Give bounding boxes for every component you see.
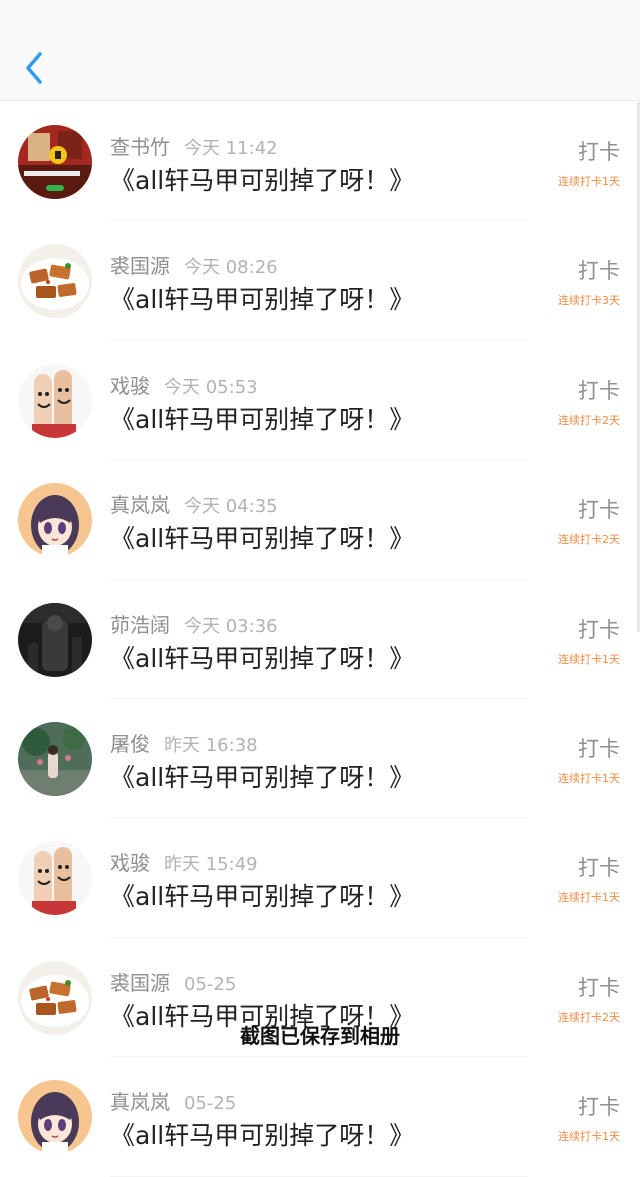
checkin-label: 打卡 [578, 378, 620, 403]
streak-badge: 连续打卡1天 [558, 652, 620, 666]
chevron-left-icon [26, 52, 42, 84]
book-title[interactable]: 《all轩马甲可别掉了呀！》 [110, 161, 414, 197]
user-name: 屠俊 昨天 16:38 [110, 728, 258, 757]
top-bar [0, 0, 640, 101]
user-name-text: 裘国源 [110, 970, 170, 995]
timestamp: 昨天 16:38 [164, 734, 258, 756]
user-name: 真岚岚 今天 04:35 [110, 489, 278, 518]
user-name-text: 屠俊 [110, 731, 150, 756]
checkin-label: 打卡 [578, 617, 620, 642]
checkin-label: 打卡 [578, 856, 620, 881]
avatar[interactable] [18, 483, 92, 558]
timestamp: 05-25 [184, 973, 237, 995]
timestamp: 今天 04:35 [184, 496, 278, 518]
timestamp: 今天 03:36 [184, 615, 278, 637]
streak-badge: 连续打卡1天 [558, 1130, 620, 1144]
user-name: 戏骏 今天 05:53 [110, 370, 258, 399]
avatar[interactable] [18, 244, 92, 319]
list-item[interactable]: 茆浩阔 今天 03:36 《all轩马甲可别掉了呀！》 打卡连续打卡1天 [0, 580, 640, 700]
book-title[interactable]: 《all轩马甲可别掉了呀！》 [110, 1116, 414, 1152]
user-name: 裘国源 05-25 [110, 967, 236, 996]
book-title[interactable]: 《all轩马甲可别掉了呀！》 [110, 519, 414, 555]
user-name: 裘国源 今天 08:26 [110, 250, 278, 279]
user-name: 戏骏 昨天 15:49 [110, 847, 258, 876]
streak-badge: 连续打卡1天 [558, 891, 620, 905]
avatar[interactable] [18, 363, 92, 438]
book-title[interactable]: 《all轩马甲可别掉了呀！》 [110, 758, 414, 794]
avatar[interactable] [18, 721, 92, 796]
avatar[interactable] [18, 1080, 92, 1155]
streak-badge: 连续打卡2天 [558, 533, 620, 547]
timestamp: 05-25 [184, 1093, 237, 1115]
book-title[interactable]: 《all轩马甲可别掉了呀！》 [110, 280, 414, 316]
list-item[interactable]: 真岚岚 今天 04:35 《all轩马甲可别掉了呀！》 打卡连续打卡2天 [0, 460, 640, 580]
avatar[interactable] [18, 602, 92, 677]
user-name: 真岚岚 05-25 [110, 1086, 236, 1115]
timestamp: 今天 08:26 [184, 257, 278, 279]
streak-badge: 连续打卡1天 [558, 771, 620, 785]
checkin-label: 打卡 [578, 1095, 620, 1120]
streak-badge: 连续打卡3天 [558, 294, 620, 308]
timestamp: 昨天 15:49 [164, 854, 258, 876]
checkin-label: 打卡 [578, 259, 620, 284]
user-name: 茆浩阔 今天 03:36 [110, 609, 278, 638]
list-item[interactable]: 屠俊 昨天 16:38 《all轩马甲可别掉了呀！》 打卡连续打卡1天 [0, 699, 640, 819]
checkin-label: 打卡 [578, 736, 620, 761]
checkin-list: 查书竹 今天 11:42 《all轩马甲可别掉了呀！》 打卡 连续打卡1天 裘国源 今天 0… [0, 102, 640, 1177]
streak-badge: 连续打卡2天 [558, 413, 620, 427]
user-name-text: 戏骏 [110, 373, 150, 398]
book-title[interactable]: 《all轩马甲可别掉了呀！》 [110, 400, 414, 436]
list-item[interactable]: 真岚岚 05-25 《all轩马甲可别掉了呀！》 打卡连续打卡1天 [0, 1057, 640, 1177]
user-name-text: 真岚岚 [110, 1090, 170, 1115]
avatar[interactable] [18, 125, 92, 199]
streak-badge: 连续打卡1天 [558, 175, 620, 188]
toast-message: 截图已保存到相册 [240, 1024, 400, 1048]
book-title[interactable]: 《all轩马甲可别掉了呀！》 [110, 639, 414, 675]
user-name-text: 裘国源 [110, 254, 170, 279]
user-name-text: 戏骏 [110, 851, 150, 876]
avatar[interactable] [18, 841, 92, 916]
timestamp: 今天 05:53 [164, 376, 258, 398]
list-item[interactable]: 戏骏 昨天 15:49 《all轩马甲可别掉了呀！》 打卡连续打卡1天 [0, 818, 640, 939]
list-item[interactable]: 戏骏 今天 05:53 《all轩马甲可别掉了呀！》 打卡连续打卡2天 [0, 341, 640, 461]
timestamp: 今天 11:42 [184, 138, 278, 159]
checkin-label: 打卡 [578, 140, 620, 164]
user-name-text: 茆浩阔 [110, 612, 170, 637]
user-name-text: 查书竹 [110, 135, 170, 159]
checkin-label: 打卡 [578, 975, 620, 1000]
user-name: 查书竹 今天 11:42 [110, 131, 278, 160]
checkin-label: 打卡 [578, 498, 620, 523]
user-name-text: 真岚岚 [110, 493, 170, 518]
back-button[interactable] [14, 48, 54, 88]
list-item[interactable]: 裘国源 今天 08:26 《all轩马甲可别掉了呀！》 打卡连续打卡3天 [0, 221, 640, 342]
book-title[interactable]: 《all轩马甲可别掉了呀！》 [110, 877, 414, 913]
list-item[interactable]: 查书竹 今天 11:42 《all轩马甲可别掉了呀！》 打卡连续打卡1天 [0, 102, 640, 222]
